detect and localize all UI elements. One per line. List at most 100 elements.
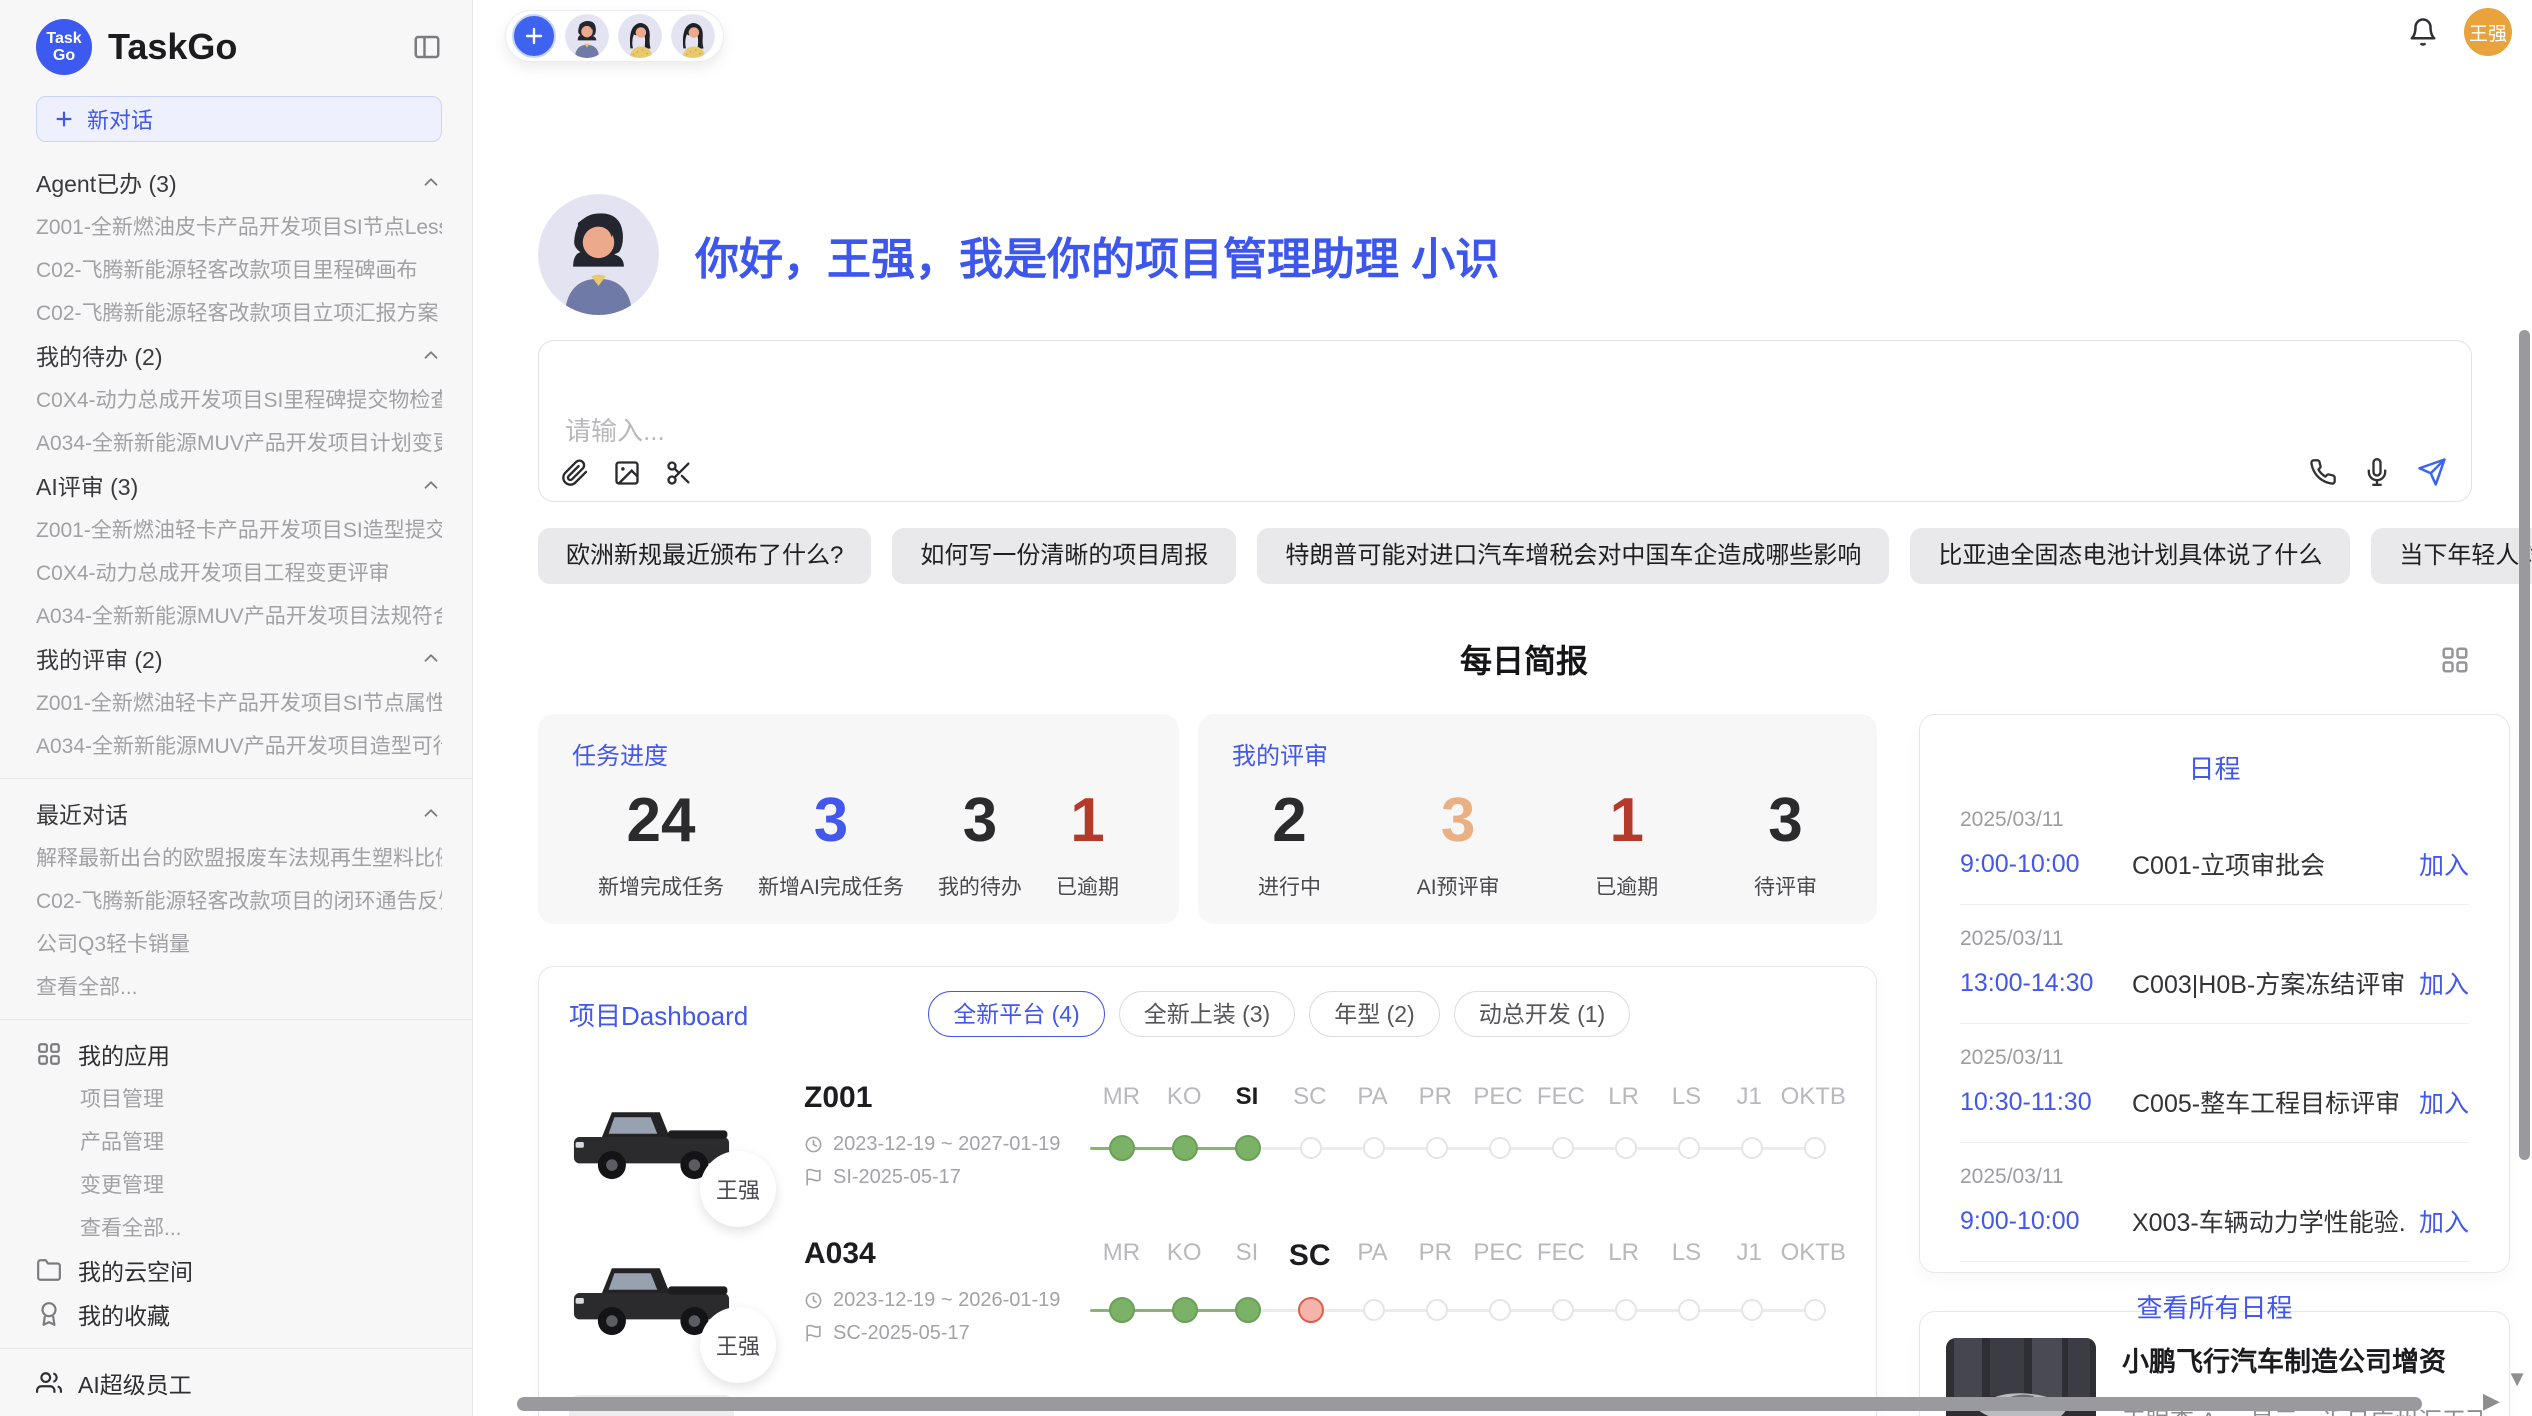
sidebar-item-favorites[interactable]: 我的收藏: [36, 1292, 442, 1336]
list-item[interactable]: Z001-全新燃油轻卡产品开发项目SI造型提交物评审: [36, 507, 442, 550]
stat-label: 待评审: [1754, 871, 1817, 901]
chevron-up-icon[interactable]: [420, 802, 442, 824]
section-header-my-review[interactable]: 我的评审 (2): [36, 636, 442, 680]
stat-value: 2: [1258, 785, 1321, 857]
chevron-up-icon[interactable]: [420, 474, 442, 496]
stat: 3 新增AI完成任务: [758, 785, 904, 901]
chevron-up-icon[interactable]: [420, 344, 442, 366]
milestone-label: J1: [1718, 1239, 1781, 1273]
sidebar-item-change-mgmt[interactable]: 变更管理: [36, 1162, 442, 1205]
project-owner-badge: 王强: [700, 1307, 776, 1383]
join-link[interactable]: 加入: [2419, 1084, 2469, 1120]
project-image: 王强: [569, 1081, 734, 1193]
plus-icon: [53, 108, 75, 130]
list-item[interactable]: A034-全新新能源MUV产品开发项目造型可行性评审: [36, 723, 442, 766]
view-all-chats[interactable]: 查看全部...: [36, 964, 442, 1007]
stat: 1 已逾期: [1595, 785, 1658, 901]
greeting-row: 你好，王强，我是你的项目管理助理 小识: [538, 194, 2510, 315]
sidebar-item-project-mgmt[interactable]: 项目管理: [36, 1076, 442, 1119]
list-item[interactable]: A034-全新新能源MUV产品开发项目计划变更表编写: [36, 420, 442, 463]
list-item[interactable]: C02-飞腾新能源轻客改款项目立项汇报方案: [36, 290, 442, 333]
suggestion-chip[interactable]: 比亚迪全固态电池计划具体说了什么: [1910, 528, 2350, 584]
section-label: Agent已办 (3): [36, 165, 177, 199]
task-progress-card[interactable]: 任务进度 24 新增完成任务 3 新增AI完成任务: [538, 714, 1179, 924]
schedule-item[interactable]: 2025/03/11 13:00-14:30 C003|H0B-方案冻结评审 加…: [1960, 905, 2469, 1024]
project-row[interactable]: 王强 A034 2023-12-19 ~ 2026-01-19: [569, 1237, 1846, 1349]
schedule-date: 2025/03/11: [1960, 927, 2469, 951]
stat-label: AI预评审: [1417, 871, 1500, 901]
send-icon[interactable]: [2417, 457, 2447, 487]
join-link[interactable]: 加入: [2419, 846, 2469, 882]
sidebar-item-help-write[interactable]: 帮我写作: [36, 1405, 442, 1416]
new-chat-label: 新对话: [87, 103, 153, 135]
schedule-item[interactable]: 2025/03/11 9:00-10:00 C001-立项审批会 加入: [1960, 786, 2469, 905]
list-item[interactable]: C02-飞腾新能源轻客改款项目的闭环通告反馈情况: [36, 878, 442, 921]
sidebar-item-cloud-space[interactable]: 我的云空间: [36, 1248, 442, 1292]
list-item[interactable]: Z001-全新燃油轻卡产品开发项目SI节点属性5D文件评审: [36, 680, 442, 723]
sidebar-item-ai-employee[interactable]: AI超级员工: [36, 1361, 442, 1405]
collapse-sidebar-icon[interactable]: [412, 32, 442, 62]
my-review-card[interactable]: 我的评审 2 进行中 3 AI预评审: [1198, 714, 1877, 924]
tab-new-platform[interactable]: 全新平台 (4): [928, 991, 1105, 1037]
join-link[interactable]: 加入: [2419, 1203, 2469, 1239]
suggestion-chip[interactable]: 如何写一份清晰的项目周报: [892, 528, 1236, 584]
card-title: 任务进度: [572, 736, 1145, 771]
suggestion-chip[interactable]: 当下年轻人对汽车外观有怎样的喜好趋势: [2371, 528, 2532, 584]
section-header-my-todo[interactable]: 我的待办 (2): [36, 333, 442, 377]
view-all-apps[interactable]: 查看全部...: [36, 1205, 442, 1248]
project-dates: 2023-12-19 ~ 2026-01-19: [804, 1289, 1090, 1312]
milestone-dot: [1678, 1137, 1700, 1159]
list-item[interactable]: Z001-全新燃油皮卡产品开发项目SI节点Lesson Learn报告: [36, 204, 442, 247]
list-item[interactable]: A034-全新新能源MUV产品开发项目法规符合性评审: [36, 593, 442, 636]
section-label: 我的评审 (2): [36, 641, 163, 675]
chat-composer[interactable]: 请输入...: [538, 340, 2472, 502]
project-flag: SC-2025-05-17: [804, 1322, 1090, 1345]
new-chat-button[interactable]: 新对话: [36, 96, 442, 142]
project-dates: 2023-12-19 ~ 2027-01-19: [804, 1133, 1090, 1156]
milestone-label: LS: [1655, 1083, 1718, 1111]
list-item[interactable]: C02-飞腾新能源轻客改款项目里程碑画布: [36, 247, 442, 290]
folder-icon: [36, 1257, 62, 1283]
suggestion-chip[interactable]: 欧洲新规最近颁布了什么?: [538, 528, 871, 584]
microphone-icon[interactable]: [2363, 458, 2391, 486]
tab-powertrain[interactable]: 动总开发 (1): [1454, 991, 1631, 1037]
join-link[interactable]: 加入: [2419, 965, 2469, 1001]
stat-cards: 任务进度 24 新增完成任务 3 新增AI完成任务: [538, 714, 1877, 924]
milestone-label: FEC: [1529, 1083, 1592, 1111]
schedule-date: 2025/03/11: [1960, 1165, 2469, 1189]
chevron-up-icon[interactable]: [420, 171, 442, 193]
sidebar-item-product-mgmt[interactable]: 产品管理: [36, 1119, 442, 1162]
project-flag: SI-2025-05-17: [804, 1166, 1090, 1189]
attachment-icon[interactable]: [561, 459, 589, 487]
scroll-right-arrow-icon[interactable]: ▶: [2483, 1388, 2500, 1414]
project-dates-text: 2023-12-19 ~ 2027-01-19: [833, 1133, 1060, 1156]
list-item[interactable]: C0X4-动力总成开发项目SI里程碑提交物检查: [36, 377, 442, 420]
stat: 1 已逾期: [1056, 785, 1119, 901]
voice-call-icon[interactable]: [2309, 458, 2337, 486]
image-upload-icon[interactable]: [613, 459, 641, 487]
scroll-down-arrow-icon[interactable]: ▼: [2506, 1366, 2528, 1392]
stat: 3 AI预评审: [1417, 785, 1500, 901]
vertical-scrollbar[interactable]: [2519, 330, 2530, 1160]
stat-value: 3: [758, 785, 904, 857]
stat: 24 新增完成任务: [598, 785, 724, 901]
tab-new-body[interactable]: 全新上装 (3): [1119, 991, 1296, 1037]
project-row[interactable]: 王强 Z001 2023-12-19 ~ 2027-01-19: [569, 1081, 1846, 1193]
suggestion-chip[interactable]: 特朗普可能对进口汽车增税会对中国车企造成哪些影响: [1257, 528, 1889, 584]
tab-model-year[interactable]: 年型 (2): [1309, 991, 1440, 1037]
layout-grid-icon[interactable]: [2440, 645, 2470, 675]
schedule-name: C001-立项审批会: [2132, 846, 2405, 882]
section-header-agent-done[interactable]: Agent已办 (3): [36, 160, 442, 204]
horizontal-scrollbar[interactable]: [517, 1397, 2422, 1411]
list-item[interactable]: 解释最新出台的欧盟报废车法规再生塑料比例被调至15%...: [36, 835, 442, 878]
schedule-item[interactable]: 2025/03/11 10:30-11:30 C005-整车工程目标评审 加入: [1960, 1024, 2469, 1143]
milestone-label: LR: [1592, 1239, 1655, 1273]
schedule-item[interactable]: 2025/03/11 9:00-10:00 X003-车辆动力学性能验... 加…: [1960, 1143, 2469, 1262]
list-item[interactable]: C0X4-动力总成开发项目工程变更评审: [36, 550, 442, 593]
section-header-recent-chats[interactable]: 最近对话: [36, 791, 442, 835]
section-header-ai-review[interactable]: AI评审 (3): [36, 463, 442, 507]
chevron-up-icon[interactable]: [420, 647, 442, 669]
sidebar-item-my-apps[interactable]: 我的应用: [36, 1032, 442, 1076]
list-item[interactable]: 公司Q3轻卡销量: [36, 921, 442, 964]
screenshot-scissors-icon[interactable]: [665, 459, 693, 487]
